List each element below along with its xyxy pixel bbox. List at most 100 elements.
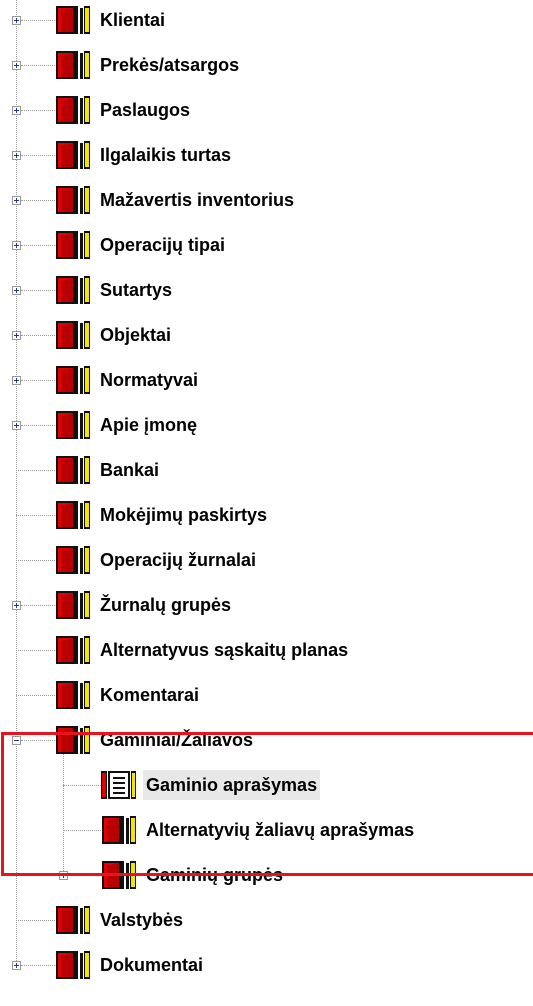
folder-closed-icon (55, 545, 91, 575)
tree-node-label: Mažavertis inventorius (100, 190, 295, 210)
folder-closed-icon (55, 5, 91, 35)
folder-closed-icon (55, 365, 91, 395)
tree-connector (21, 605, 55, 606)
tree-node-komentarai[interactable]: Komentarai (0, 673, 533, 718)
tree-connector (21, 200, 55, 201)
tree-connector (21, 245, 55, 246)
expand-plus-icon[interactable] (12, 601, 21, 610)
folder-closed-icon (55, 230, 91, 260)
tree-connector (16, 560, 55, 561)
tree-node-label: Normatyvai (100, 370, 199, 390)
document-open-icon (101, 770, 137, 800)
tree-connector (63, 830, 101, 831)
expand-plus-icon[interactable] (12, 151, 21, 160)
tree-node-zurnalu-grupes[interactable]: Žurnalų grupės (0, 583, 533, 628)
tree-connector (16, 515, 55, 516)
tree-node-dokumentai[interactable]: Dokumentai (0, 943, 533, 988)
folder-closed-icon (55, 455, 91, 485)
folder-closed-icon (55, 950, 91, 980)
folder-closed-icon (55, 320, 91, 350)
expand-plus-icon[interactable] (59, 871, 68, 880)
navigation-tree: Klientai Prekės/atsargos Paslaugos Ilgalaik… (0, 0, 533, 1006)
tree-node-label: Dokumentai (100, 955, 204, 975)
folder-closed-icon (55, 500, 91, 530)
tree-node-paslaugos[interactable]: Paslaugos (0, 88, 533, 133)
folder-closed-icon (101, 815, 137, 845)
expand-plus-icon[interactable] (12, 961, 21, 970)
tree-node-label: Mokėjimų paskirtys (100, 505, 268, 525)
tree-connector (16, 470, 55, 471)
tree-node-operaciju-zurnalai[interactable]: Operacijų žurnalai (0, 538, 533, 583)
tree-connector (21, 740, 55, 741)
tree-connector (68, 875, 101, 876)
folder-closed-icon (55, 185, 91, 215)
expand-plus-icon[interactable] (12, 421, 21, 430)
tree-connector (21, 65, 55, 66)
folder-closed-icon (101, 860, 137, 890)
tree-connector (21, 110, 55, 111)
tree-node-label: Bankai (100, 460, 160, 480)
tree-node-prekes-atsargos[interactable]: Prekės/atsargos (0, 43, 533, 88)
tree-connector (21, 20, 55, 21)
tree-connector (21, 155, 55, 156)
tree-node-label: Gaminiai/Žaliavos (100, 730, 254, 750)
collapse-minus-icon[interactable] (12, 736, 21, 745)
tree-node-label: Alternatyvių žaliavų aprašymas (146, 820, 415, 840)
tree-connector (21, 965, 55, 966)
expand-plus-icon[interactable] (12, 331, 21, 340)
tree-node-bankai[interactable]: Bankai (0, 448, 533, 493)
tree-node-label: Gaminio aprašymas (143, 770, 321, 800)
folder-closed-icon (55, 95, 91, 125)
tree-connector (16, 650, 55, 651)
tree-node-label: Sutartys (100, 280, 173, 300)
expand-plus-icon[interactable] (12, 241, 21, 250)
expand-plus-icon[interactable] (12, 286, 21, 295)
tree-node-label: Komentarai (100, 685, 200, 705)
folder-closed-icon (55, 410, 91, 440)
tree-node-sutartys[interactable]: Sutartys (0, 268, 533, 313)
tree-node-label: Operacijų žurnalai (100, 550, 257, 570)
folder-closed-icon (55, 275, 91, 305)
folder-closed-icon (55, 680, 91, 710)
tree-connector (63, 785, 101, 786)
tree-node-klientai[interactable]: Klientai (0, 0, 533, 43)
tree-connector (21, 290, 55, 291)
tree-node-apie-imone[interactable]: Apie įmonę (0, 403, 533, 448)
tree-node-alternatyvus-saskaitu-planas[interactable]: Alternatyvus sąskaitų planas (0, 628, 533, 673)
tree-node-label: Ilgalaikis turtas (100, 145, 232, 165)
folder-closed-icon (55, 590, 91, 620)
tree-node-mokejimu-paskirtys[interactable]: Mokėjimų paskirtys (0, 493, 533, 538)
tree-node-operaciju-tipai[interactable]: Operacijų tipai (0, 223, 533, 268)
tree-node-label: Žurnalų grupės (100, 595, 232, 615)
tree-connector (16, 920, 55, 921)
folder-closed-icon (55, 50, 91, 80)
folder-closed-icon (55, 140, 91, 170)
tree-node-label: Paslaugos (100, 100, 191, 120)
tree-node-label: Prekės/atsargos (100, 55, 240, 75)
tree-node-label: Gaminių grupės (146, 865, 284, 885)
tree-node-gaminio-aprasymas[interactable]: Gaminio aprašymas (0, 763, 533, 808)
tree-node-label: Apie įmonę (100, 415, 198, 435)
expand-plus-icon[interactable] (12, 376, 21, 385)
tree-node-label: Operacijų tipai (100, 235, 226, 255)
tree-connector (21, 425, 55, 426)
expand-plus-icon[interactable] (12, 16, 21, 25)
expand-plus-icon[interactable] (12, 61, 21, 70)
tree-node-ilgalaikis-turtas[interactable]: Ilgalaikis turtas (0, 133, 533, 178)
expand-plus-icon[interactable] (12, 196, 21, 205)
tree-node-gaminiu-grupes[interactable]: Gaminių grupės (0, 853, 533, 898)
tree-node-label: Objektai (100, 325, 172, 345)
tree-connector (16, 695, 55, 696)
tree-node-label: Alternatyvus sąskaitų planas (100, 640, 349, 660)
tree-node-valstybes[interactable]: Valstybės (0, 898, 533, 943)
tree-connector (21, 335, 55, 336)
expand-plus-icon[interactable] (12, 106, 21, 115)
tree-node-alternatyviu-zaliavu-aprasymas[interactable]: Alternatyvių žaliavų aprašymas (0, 808, 533, 853)
folder-closed-icon (55, 905, 91, 935)
tree-node-label: Valstybės (100, 910, 184, 930)
tree-node-gaminiai-zaliavos[interactable]: Gaminiai/Žaliavos (0, 718, 533, 763)
tree-node-mazavertis-inventorius[interactable]: Mažavertis inventorius (0, 178, 533, 223)
tree-node-objektai[interactable]: Objektai (0, 313, 533, 358)
tree-node-normatyvai[interactable]: Normatyvai (0, 358, 533, 403)
tree-connector (21, 380, 55, 381)
